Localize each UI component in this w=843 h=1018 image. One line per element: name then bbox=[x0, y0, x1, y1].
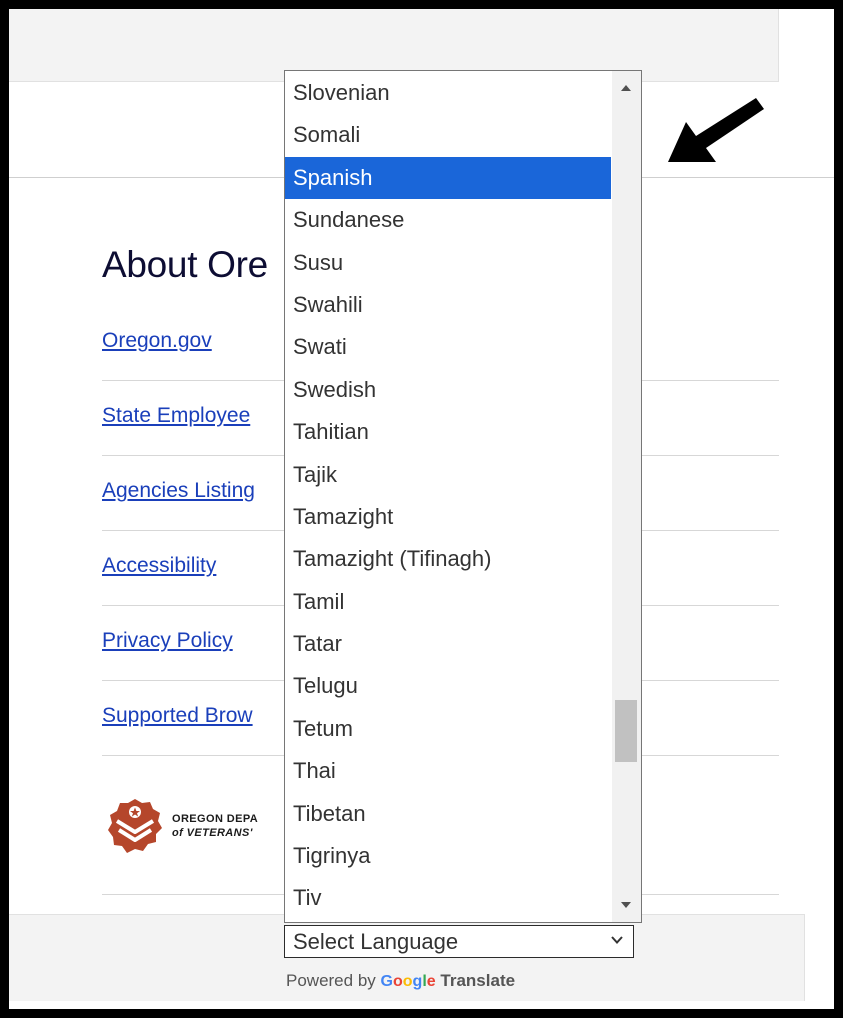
language-options: Slovenian Somali Spanish Sundanese Susu Swahi… bbox=[285, 71, 641, 920]
link-state-employee[interactable]: State Employee bbox=[102, 404, 250, 428]
logo-line-1: OREGON DEPA bbox=[172, 813, 259, 825]
link-oregon-gov[interactable]: Oregon.gov bbox=[102, 329, 212, 353]
language-option[interactable]: Sundanese bbox=[285, 199, 611, 241]
google-logo: Google bbox=[381, 973, 436, 990]
language-option[interactable]: Tigrinya bbox=[285, 835, 611, 877]
language-option[interactable]: Susu bbox=[285, 242, 611, 284]
scroll-down-arrow-icon[interactable] bbox=[621, 902, 631, 908]
logo-text: OREGON DEPA of VETERANS' bbox=[172, 812, 258, 840]
logo-line-2: of VETERANS' bbox=[172, 827, 253, 839]
language-dropdown-list[interactable]: Slovenian Somali Spanish Sundanese Susu Swahi… bbox=[284, 70, 642, 923]
language-option[interactable]: Tamil bbox=[285, 581, 611, 623]
google-letter: g bbox=[412, 973, 423, 990]
oregon-veterans-logo[interactable]: OREGON DEPA of VETERANS' bbox=[106, 797, 258, 855]
google-letter: o bbox=[392, 973, 403, 990]
arrow-pointer-icon bbox=[668, 98, 764, 162]
language-option[interactable]: Somali bbox=[285, 114, 611, 156]
language-option[interactable]: Tamazight (Tifinagh) bbox=[285, 538, 611, 580]
language-option[interactable]: Tajik bbox=[285, 454, 611, 496]
language-option[interactable]: Swahili bbox=[285, 284, 611, 326]
google-letter: G bbox=[380, 973, 393, 990]
oregon-veterans-logo-icon bbox=[108, 799, 162, 853]
language-option[interactable]: Spanish bbox=[285, 156, 611, 200]
powered-by-label: Powered by bbox=[286, 971, 376, 990]
about-heading: About Ore bbox=[102, 244, 268, 285]
google-letter: e bbox=[426, 973, 436, 990]
link-agencies-listing[interactable]: Agencies Listing bbox=[102, 479, 255, 503]
language-option[interactable]: Thai bbox=[285, 750, 611, 792]
chevron-down-icon bbox=[610, 933, 624, 950]
language-option[interactable]: Tetum bbox=[285, 708, 611, 750]
scroll-up-arrow-icon[interactable] bbox=[621, 85, 631, 91]
language-option[interactable]: Tamazight bbox=[285, 496, 611, 538]
google-letter: o bbox=[402, 973, 413, 990]
link-privacy-policy[interactable]: Privacy Policy bbox=[102, 629, 233, 653]
link-accessibility[interactable]: Accessibility bbox=[102, 554, 216, 578]
language-option[interactable]: Tibetan bbox=[285, 793, 611, 835]
powered-by-google-translate[interactable]: Powered by Google Translate bbox=[286, 971, 515, 991]
language-option[interactable]: Telugu bbox=[285, 665, 611, 707]
language-option[interactable]: Tahitian bbox=[285, 411, 611, 453]
dropdown-scrollbar[interactable] bbox=[612, 71, 641, 922]
link-supported-browsers[interactable]: Supported Brow bbox=[102, 704, 253, 728]
language-option[interactable]: Swedish bbox=[285, 369, 611, 411]
language-select[interactable]: Select Language bbox=[284, 925, 634, 958]
language-option[interactable]: Slovenian bbox=[285, 72, 611, 114]
translate-label: Translate bbox=[440, 971, 516, 990]
language-option[interactable]: Swati bbox=[285, 326, 611, 368]
language-select-label: Select Language bbox=[293, 928, 459, 954]
language-option[interactable]: Tiv bbox=[285, 877, 611, 919]
scrollbar-thumb[interactable] bbox=[615, 700, 637, 763]
language-option[interactable]: Tatar bbox=[285, 623, 611, 665]
